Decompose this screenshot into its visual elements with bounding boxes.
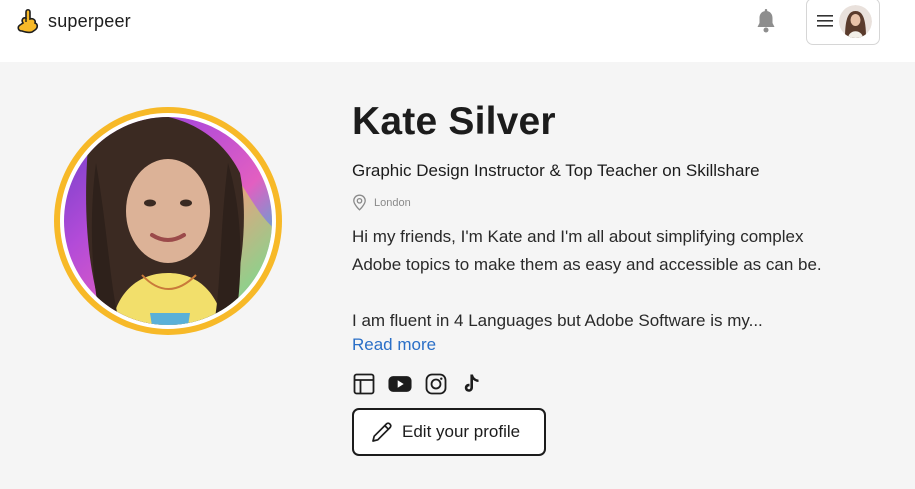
user-avatar-small [839, 5, 872, 38]
social-links [352, 372, 484, 396]
pencil-icon [372, 422, 392, 442]
location-pin-icon [353, 194, 366, 211]
superpeer-logo[interactable]: superpeer [14, 6, 131, 36]
bio-line: Adobe topics to make them as easy and ac… [352, 255, 822, 274]
brand-name: superpeer [48, 10, 131, 31]
profile-name: Kate Silver [352, 100, 556, 143]
superpeer-logo-icon [17, 8, 39, 34]
bio-line: I am fluent in 4 Languages but Adobe Sof… [352, 311, 763, 330]
youtube-icon[interactable] [388, 372, 412, 396]
profile-location: London [352, 194, 411, 211]
tiktok-icon[interactable] [460, 372, 484, 396]
edit-profile-label: Edit your profile [402, 422, 521, 441]
location-text: London [374, 196, 411, 209]
bio-line: Hi my friends, I'm Kate and I'm all abou… [352, 227, 804, 246]
top-bar: superpeer [0, 0, 915, 62]
edit-profile-button[interactable]: Edit your profile [352, 408, 546, 456]
hamburger-icon [817, 15, 833, 27]
instagram-icon[interactable] [424, 372, 448, 396]
profile-headline: Graphic Design Instructor & Top Teacher … [352, 161, 760, 180]
profile-bio: Hi my friends, I'm Kate and I'm all abou… [352, 223, 892, 335]
read-more-link[interactable]: Read more [352, 335, 436, 355]
website-icon[interactable] [352, 372, 376, 396]
profile-photo [54, 107, 282, 335]
bell-icon[interactable] [754, 8, 778, 34]
account-menu-button[interactable] [806, 0, 880, 45]
